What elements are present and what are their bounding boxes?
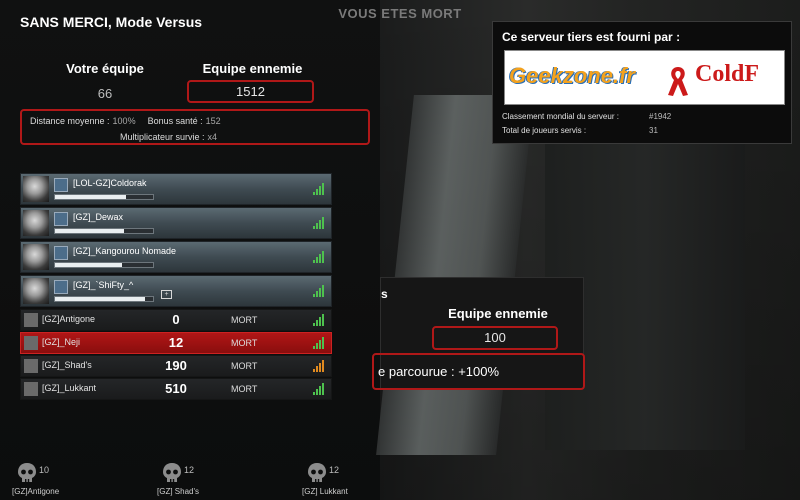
- coldf-logo-text: ColdF: [695, 61, 760, 87]
- multiplier-value: x4: [207, 132, 218, 142]
- health-bar-fill: [55, 263, 122, 267]
- server-rank-value: #1942: [649, 112, 672, 121]
- signal-strength-icon: [313, 217, 325, 229]
- survivor-card[interactable]: [GZ]_Dewax: [20, 207, 332, 239]
- infected-avatar: [24, 382, 38, 396]
- survivor-portrait: [23, 278, 49, 304]
- infected-row[interactable]: [GZ]Antigone 0 MORT: [20, 309, 332, 331]
- survivor-card[interactable]: [LOL-GZ]Coldorak: [20, 173, 332, 205]
- infected-row[interactable]: [GZ]_Neji 12 MORT: [20, 332, 332, 354]
- signal-strength-icon: [313, 360, 325, 372]
- health-bar: [54, 262, 154, 268]
- infected-avatar: [24, 336, 38, 350]
- infected-row[interactable]: [GZ]_Shad's 190 MORT: [20, 355, 332, 377]
- signal-strength-icon: [313, 314, 325, 326]
- kill-feed-item: 10 [GZ]Antigone: [12, 462, 87, 498]
- infected-score: 510: [165, 381, 187, 396]
- survivor-name: [GZ]_Dewax: [73, 212, 124, 222]
- survivor-name: [GZ]_Kangourou Nomade: [73, 246, 177, 256]
- card-enemy-score: 100: [432, 326, 558, 350]
- server-players-value: 31: [649, 126, 658, 135]
- kill-player-name: [GZ]Antigone: [12, 487, 60, 496]
- server-panel: Ce serveur tiers est fourni par : Geekzo…: [492, 21, 792, 144]
- player-avatar: [54, 280, 68, 294]
- health-bar-fill: [55, 195, 126, 199]
- scoreboard: [LOL-GZ]Coldorak [GZ]_Dewax [GZ]_Kangourou…: [20, 173, 332, 401]
- survivor-card[interactable]: [GZ]_Kangourou Nomade: [20, 241, 332, 273]
- health-bar: [54, 194, 154, 200]
- health-bar: [54, 228, 154, 234]
- stats-row-1: Distance moyenne :100% Bonus santé :152: [30, 116, 221, 126]
- survivor-card[interactable]: [GZ]_`ShiFty_^ +: [20, 275, 332, 307]
- infected-status: MORT: [231, 338, 258, 348]
- kill-feed-item: 12 [GZ] Shad's: [157, 462, 232, 498]
- infected-row[interactable]: [GZ]_Lukkant 510 MORT: [20, 378, 332, 400]
- player-avatar: [54, 246, 68, 260]
- multiplier-label: Multiplicateur survie :: [120, 132, 205, 142]
- infected-score: 190: [165, 358, 187, 373]
- signal-strength-icon: [313, 183, 325, 195]
- survivor-portrait: [23, 210, 49, 236]
- infected-name: [GZ]Antigone: [42, 314, 96, 324]
- health-bar-fill: [55, 297, 146, 301]
- survivor-list: [LOL-GZ]Coldorak [GZ]_Dewax [GZ]_Kangourou…: [20, 173, 332, 307]
- player-avatar: [54, 212, 68, 226]
- infected-status: MORT: [231, 361, 258, 371]
- health-bar-fill: [55, 229, 124, 233]
- enemy-team-score: 1512: [187, 80, 314, 103]
- geekzone-logo-text: Geekzone.fr: [509, 63, 635, 88]
- our-team-score: 66: [97, 86, 113, 101]
- infected-avatar: [24, 359, 38, 373]
- kill-feed-item: 12 [GZ] Lukkant: [302, 462, 377, 498]
- signal-strength-icon: [313, 337, 325, 349]
- skull-icon: [163, 463, 181, 482]
- server-rank-label: Classement mondial du serveur :: [502, 112, 619, 121]
- signal-strength-icon: [313, 383, 325, 395]
- card-title-fragment: s: [381, 287, 388, 301]
- card-enemy-label: Equipe ennemie: [448, 306, 548, 321]
- round-stats: Distance moyenne :100% Bonus santé :152 M…: [20, 109, 370, 145]
- skull-icon: [18, 463, 36, 482]
- infected-name: [GZ]_Lukkant: [42, 383, 97, 393]
- our-team-label: Votre équipe: [66, 61, 144, 76]
- kill-player-name: [GZ] Lukkant: [302, 487, 348, 496]
- distance-value: 100%: [112, 116, 136, 126]
- kill-count: 12: [184, 465, 195, 475]
- skull-icon: [308, 463, 326, 482]
- kill-player-name: [GZ] Shad's: [157, 487, 199, 496]
- bonus-value: 152: [205, 116, 221, 126]
- dead-banner: VOUS ETES MORT: [338, 6, 462, 21]
- server-players: Total de joueurs servis : 31: [502, 126, 658, 135]
- stats-row-2: Multiplicateur survie : x4: [120, 132, 217, 142]
- infected-score: 0: [172, 312, 180, 327]
- kill-count: 12: [329, 465, 340, 475]
- signal-strength-icon: [313, 285, 325, 297]
- infected-avatar: [24, 313, 38, 327]
- survivor-portrait: [23, 244, 49, 270]
- infected-name: [GZ]_Neji: [42, 337, 81, 347]
- card-stats: e parcourue : +100%: [372, 353, 585, 390]
- infected-status: MORT: [231, 315, 258, 325]
- server-title: Ce serveur tiers est fourni par :: [502, 30, 681, 44]
- survivor-portrait: [23, 176, 49, 202]
- health-bar: [54, 296, 154, 302]
- infected-name: [GZ]_Shad's: [42, 360, 92, 370]
- server-players-label: Total de joueurs servis :: [502, 126, 587, 135]
- infected-list: [GZ]Antigone 0 MORT [GZ]_Neji 12 MORT [GZ]_Sha…: [20, 309, 332, 400]
- medkit-icon: +: [161, 290, 172, 299]
- server-sponsor-logo[interactable]: Geekzone.fr ColdF: [504, 50, 785, 105]
- bonus-label: Bonus santé :: [147, 116, 203, 126]
- enemy-team-label: Equipe ennemie: [202, 61, 303, 76]
- player-avatar: [54, 178, 68, 192]
- survivor-name: [LOL-GZ]Coldorak: [73, 178, 147, 188]
- survivor-name: [GZ]_`ShiFty_^: [73, 280, 134, 290]
- server-rank: Classement mondial du serveur : #1942: [502, 112, 671, 121]
- distance-label: Distance moyenne :: [30, 116, 110, 126]
- kill-count: 10: [39, 465, 50, 475]
- infected-score: 12: [168, 335, 184, 350]
- ribbon-icon: [668, 67, 688, 96]
- infected-status: MORT: [231, 384, 258, 394]
- signal-strength-icon: [313, 251, 325, 263]
